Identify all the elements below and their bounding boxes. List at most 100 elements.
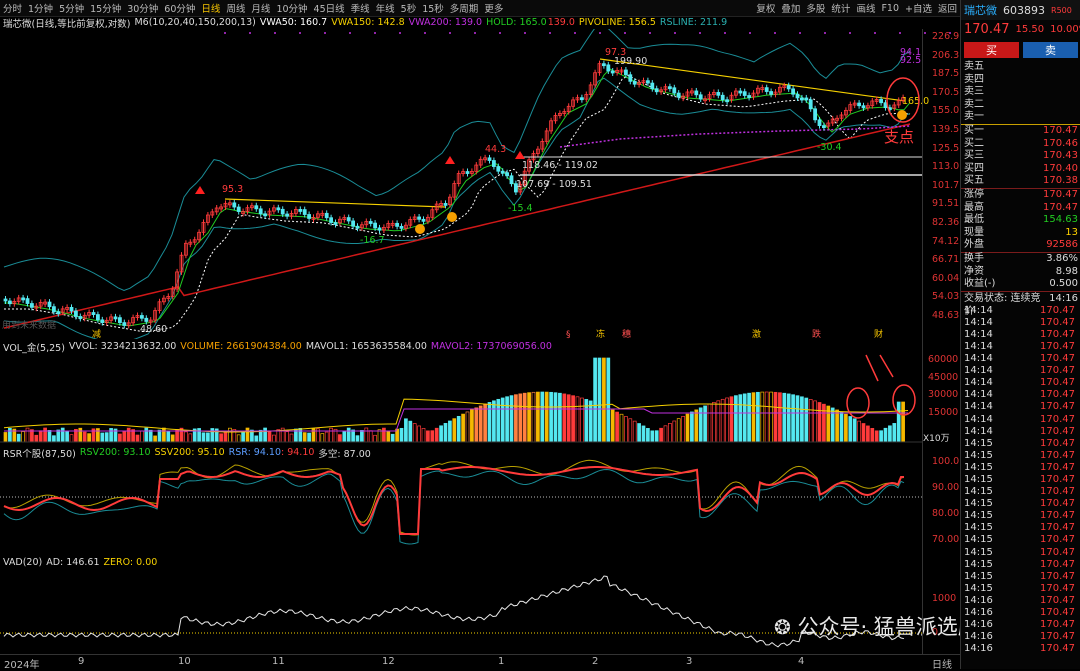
period-tab-9[interactable]: 10分钟 — [273, 1, 310, 15]
volume-bar — [668, 423, 672, 443]
buy-button[interactable]: 买 — [964, 42, 1019, 58]
vad-axis-label: 1000 — [932, 593, 957, 604]
volume-bar — [778, 392, 782, 443]
action-button-1[interactable]: 叠加 — [778, 1, 803, 15]
bid-row[interactable]: 买一 170.47 — [961, 125, 1080, 138]
period-tab-5[interactable]: 60分钟 — [161, 1, 198, 15]
volume-bar — [496, 398, 501, 443]
candle-body — [694, 90, 699, 96]
top-dot — [299, 32, 301, 34]
bid-row[interactable]: 买三 170.43 — [961, 150, 1080, 163]
volume-bar — [861, 423, 866, 443]
bid-row[interactable]: 买二 170.46 — [961, 138, 1080, 151]
volume-bar — [399, 427, 404, 443]
annotation-r2: 92.5 — [900, 55, 921, 66]
upper-band-line — [3, 29, 911, 292]
period-tab-2[interactable]: 5分钟 — [56, 1, 87, 15]
volume-bar — [307, 432, 311, 443]
volume-chart[interactable] — [0, 353, 960, 445]
ask-row[interactable]: 卖五 — [961, 61, 1080, 74]
bid-row[interactable]: 买五 170.38 — [961, 175, 1080, 188]
hold-green-line — [4, 68, 911, 327]
period-tab-16[interactable]: 更多 — [481, 1, 506, 15]
volume-bar — [148, 429, 153, 443]
volume-bar — [883, 427, 888, 443]
tick-list[interactable]: 14:14 170.47 14:14 170.47 14:14 170.47 14:14 17… — [961, 305, 1080, 656]
annotation-zone-1: 118.46 - 119.02 — [522, 160, 598, 171]
action-button-0[interactable]: 复权 — [753, 1, 778, 15]
action-button-6[interactable]: +自选 — [902, 1, 935, 15]
candle-body — [232, 202, 237, 208]
rsr-legend: RSR个股(87,50) RSV200: 93.10 SSV200: 95.10… — [0, 446, 960, 460]
candle-body — [258, 208, 263, 215]
action-button-2[interactable]: 多股 — [803, 1, 828, 15]
candle-body — [465, 171, 470, 174]
price-pct: 10.00% — [1050, 24, 1080, 35]
stat-row: 现量 13 — [964, 226, 1078, 238]
top-dot — [374, 32, 376, 34]
candle-body — [813, 108, 817, 121]
tick-row: 14:16 170.47 — [964, 631, 1075, 643]
x-month-label: 1 — [498, 656, 505, 667]
period-tab-4[interactable]: 30分钟 — [124, 1, 161, 15]
action-button-3[interactable]: 统计 — [828, 1, 853, 15]
candle-body — [122, 322, 127, 326]
tick-row: 14:16 170.47 — [964, 619, 1075, 631]
period-tab-3[interactable]: 15分钟 — [87, 1, 124, 15]
volume-bar — [21, 431, 25, 443]
mavol1-label: MAVOL1: 1653635584.00 — [305, 341, 427, 352]
volume-bar — [38, 430, 43, 443]
volume-bar — [346, 427, 351, 443]
volume-bar — [606, 357, 611, 443]
candlestick-chart[interactable]: 95.344.397.3199.90-16.7-15.4-30.448.6011… — [0, 29, 960, 339]
sell-button[interactable]: 卖 — [1023, 42, 1078, 58]
period-tab-13[interactable]: 5秒 — [398, 1, 420, 15]
event-marker: 冻 — [596, 328, 605, 339]
candle-body — [113, 316, 118, 320]
price-axis-label: 101.7 — [932, 179, 960, 191]
candle-body — [764, 87, 769, 92]
candle-body — [21, 297, 26, 301]
volume-bar — [866, 425, 870, 443]
ask-row[interactable]: 卖二 — [961, 99, 1080, 112]
bid-row[interactable]: 买四 170.40 — [961, 163, 1080, 176]
period-tab-11[interactable]: 季线 — [348, 1, 373, 15]
top-dot — [624, 32, 626, 34]
period-tab-10[interactable]: 45日线 — [311, 1, 348, 15]
period-tab-0[interactable]: 分时 — [0, 1, 25, 15]
period-tab-14[interactable]: 15秒 — [419, 1, 447, 15]
volume-bar — [470, 409, 474, 443]
action-button-7[interactable]: 返回 — [935, 1, 960, 15]
top-dot — [674, 32, 676, 34]
period-tab-7[interactable]: 周线 — [223, 1, 248, 15]
volume-bar — [588, 400, 593, 443]
action-button-4[interactable]: 画线 — [853, 1, 878, 15]
volume-bar — [712, 402, 716, 443]
volume-bar — [782, 392, 787, 443]
period-tab-1[interactable]: 1分钟 — [25, 1, 56, 15]
tick-row: 14:14 170.47 — [964, 413, 1075, 425]
duokong-label: 多空: 87.00 — [318, 448, 371, 460]
top-dot — [324, 32, 326, 34]
candle-body — [725, 99, 729, 103]
ask-row[interactable]: 卖三 — [961, 86, 1080, 99]
volume-bar — [791, 394, 795, 443]
volume-bar — [289, 433, 294, 443]
period-tab-12[interactable]: 年线 — [373, 1, 398, 15]
rsr-chart[interactable] — [0, 459, 960, 555]
period-tab-15[interactable]: 多周期 — [447, 1, 482, 15]
tick-row: 14:14 170.47 — [964, 389, 1075, 401]
volume-bar — [223, 431, 228, 443]
action-button-5[interactable]: F10 — [878, 3, 902, 14]
candle-body — [346, 217, 351, 222]
ask-row[interactable]: 卖一 — [961, 111, 1080, 124]
candle-body — [377, 227, 382, 231]
top-dot — [899, 32, 901, 34]
ask-row[interactable]: 卖四 — [961, 74, 1080, 87]
rsr-title: RSR个股(87,50) — [3, 448, 76, 460]
volume-bar — [540, 391, 545, 443]
period-tab-8[interactable]: 月线 — [248, 1, 273, 15]
volume-bar — [813, 400, 817, 443]
candle-body — [698, 94, 703, 100]
period-tab-6[interactable]: 日线 — [198, 1, 223, 15]
